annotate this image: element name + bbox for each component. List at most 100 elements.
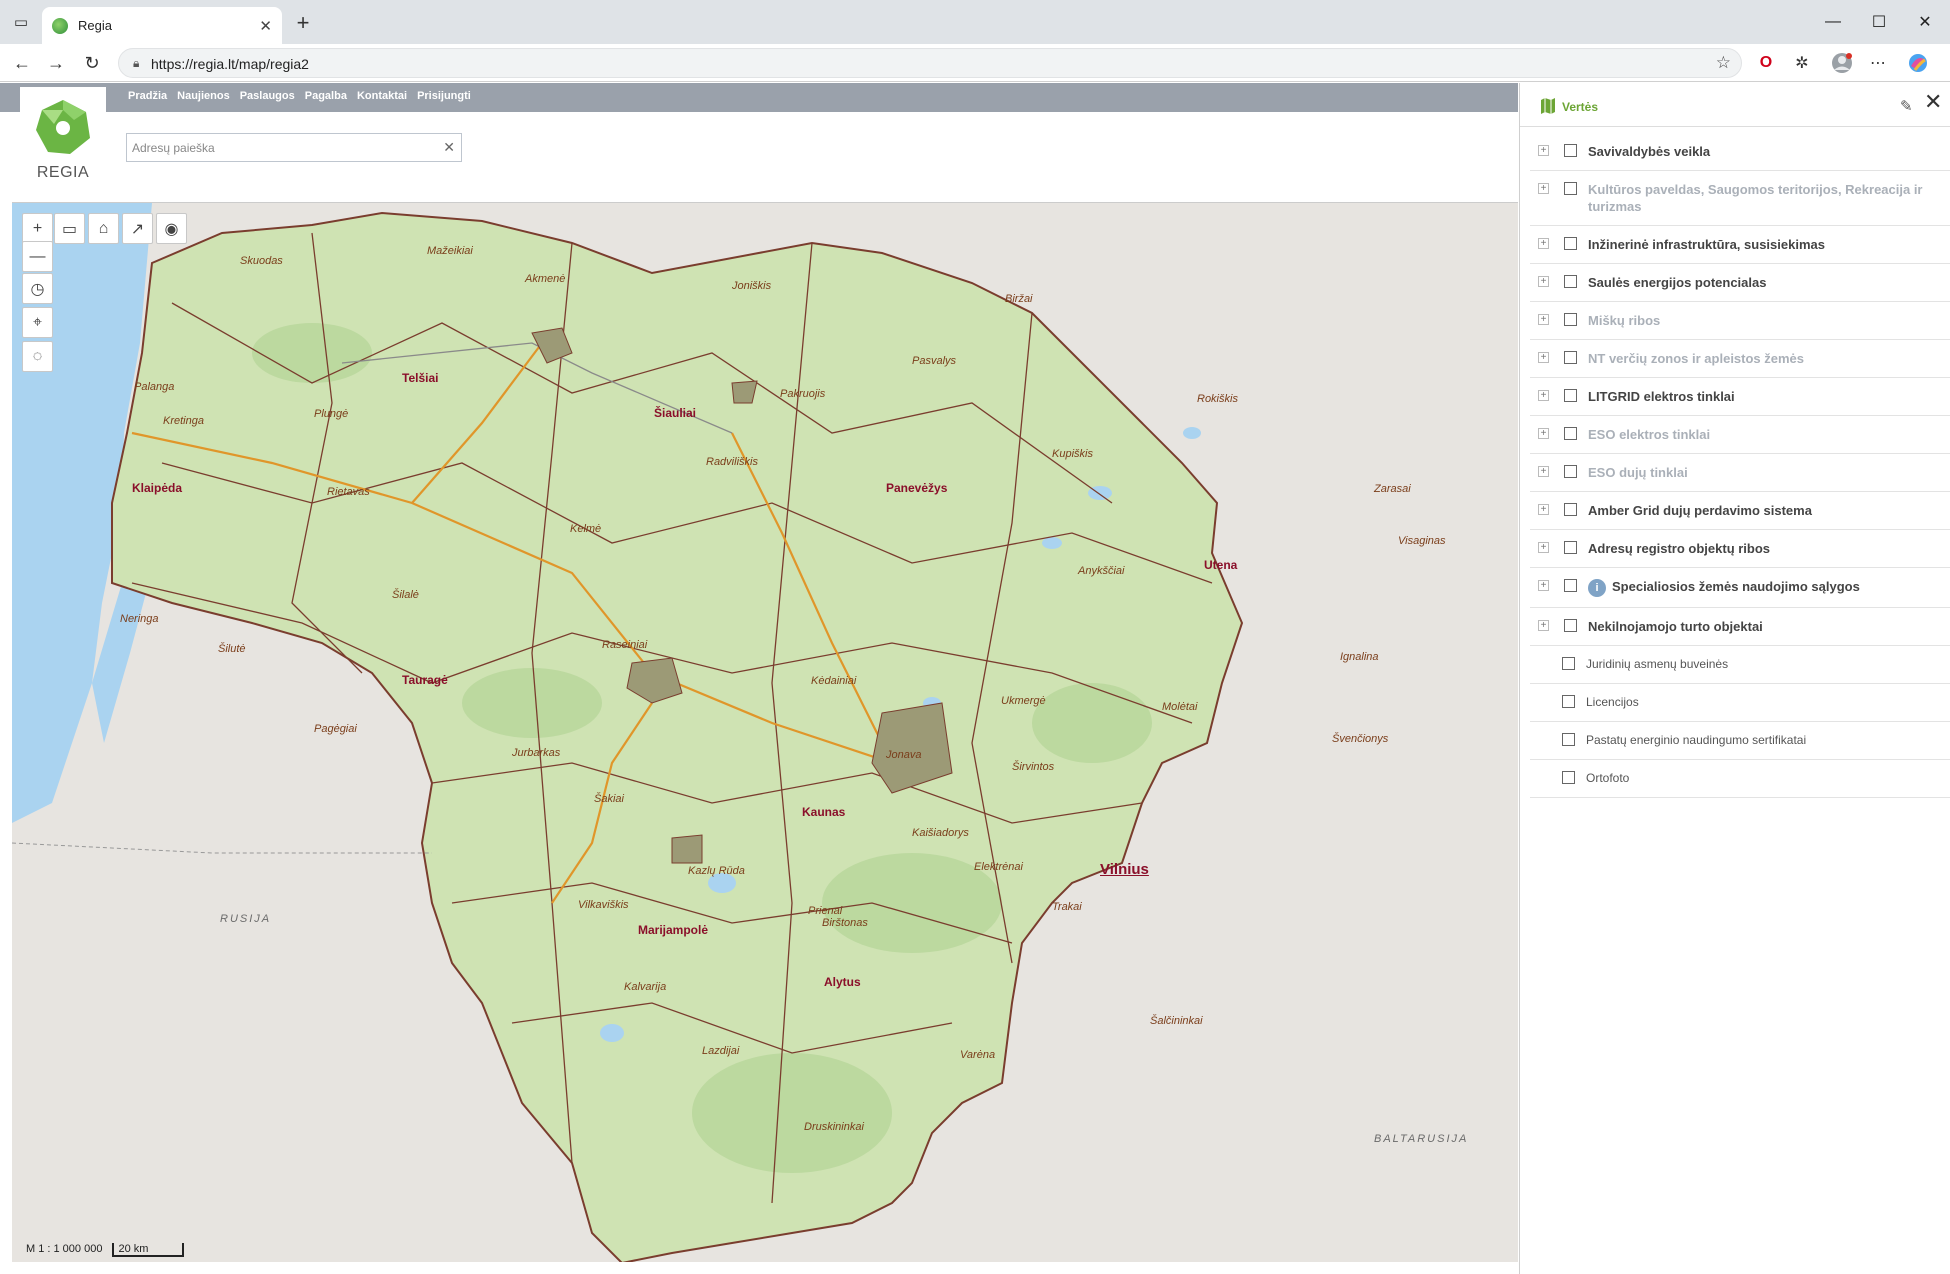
layer-checkbox[interactable] — [1564, 275, 1577, 288]
map-canvas[interactable]: + — ▭ ⌂ ↗ ◉ ◷ ⌖ ◌ Skuodas Mažeikiai Akme… — [12, 202, 1518, 1262]
layer-item[interactable]: + Adresų registro objektų ribos — [1530, 530, 1950, 568]
layer-item[interactable]: + Nekilnojamojo turto objektai — [1530, 608, 1950, 646]
layer-item[interactable]: + Miškų ribos — [1530, 302, 1950, 340]
opera-extension-icon[interactable]: O — [1752, 50, 1780, 76]
layer-checkbox[interactable] — [1564, 389, 1577, 402]
layer-checkbox[interactable] — [1562, 694, 1575, 708]
layer-item[interactable]: Licencijos — [1530, 684, 1950, 722]
expand-icon[interactable]: + — [1538, 504, 1549, 515]
layer-checkbox[interactable] — [1564, 351, 1577, 364]
expand-icon[interactable]: + — [1538, 580, 1549, 591]
layer-checkbox[interactable] — [1564, 144, 1577, 157]
locate-target-icon[interactable]: ◉ — [156, 213, 187, 244]
forward-icon[interactable]: → — [42, 50, 70, 76]
layer-checkbox[interactable] — [1564, 579, 1577, 592]
layer-label-text: Miškų ribos — [1588, 313, 1661, 328]
layer-item[interactable]: Pastatų energinio naudingumo sertifikata… — [1530, 722, 1950, 760]
layer-item[interactable]: + ESO dujų tinklai — [1530, 454, 1950, 492]
history-clock-icon[interactable]: ◷ — [22, 273, 53, 304]
expand-icon[interactable]: + — [1538, 238, 1549, 249]
expand-icon[interactable]: + — [1538, 314, 1549, 325]
copilot-icon[interactable] — [1904, 50, 1932, 76]
layer-label: NT verčių zonos ir apleistos žemės — [1588, 350, 1941, 367]
layer-checkbox[interactable] — [1564, 541, 1577, 554]
panel-close-icon[interactable]: ✕ — [1924, 89, 1942, 115]
expand-icon[interactable]: + — [1538, 428, 1549, 439]
browser-tab[interactable]: Regia ✕ — [42, 7, 282, 44]
country-label: RUSIJA — [220, 913, 272, 925]
pin-icon[interactable]: ✎ — [1900, 97, 1913, 115]
crosshair-icon[interactable]: ⌖ — [22, 307, 53, 338]
layer-item[interactable]: + Amber Grid dujų perdavimo sistema — [1530, 492, 1950, 530]
window-close-icon[interactable]: ✕ — [1902, 8, 1948, 36]
site-info-icon[interactable]: 🔒︎ — [133, 56, 139, 71]
menu-item-kontaktai[interactable]: Kontaktai — [357, 90, 407, 102]
layer-item[interactable]: + ESO elektros tinklai — [1530, 416, 1950, 454]
expand-icon[interactable]: + — [1538, 466, 1549, 477]
sidebar-toggle-icon[interactable]: ▭ — [8, 10, 34, 34]
layer-label-text: Nekilnojamojo turto objektai — [1588, 618, 1763, 634]
menu-item-naujienos[interactable]: Naujienos — [177, 90, 230, 102]
profile-avatar-icon[interactable] — [1828, 50, 1856, 76]
layer-label: Ortofoto — [1586, 770, 1941, 787]
layer-item[interactable]: + Saulės energijos potencialas — [1530, 264, 1950, 302]
expand-icon[interactable]: + — [1538, 145, 1549, 156]
marker-pin-icon[interactable]: ⌂ — [88, 213, 119, 244]
city-label: Akmenė — [525, 273, 566, 285]
city-label: Šilalė — [392, 589, 419, 601]
expand-icon[interactable]: + — [1538, 619, 1549, 631]
layer-item[interactable]: + Savivaldybės veikla — [1530, 133, 1950, 171]
layer-checkbox[interactable] — [1564, 182, 1577, 195]
expand-icon[interactable]: + — [1538, 542, 1549, 553]
minimize-icon[interactable]: — — [1810, 8, 1856, 36]
regia-logo-icon[interactable] — [34, 98, 92, 156]
tab-close-icon[interactable]: ✕ — [259, 17, 272, 35]
layer-checkbox[interactable] — [1562, 770, 1575, 784]
extensions-icon[interactable]: ✲ — [1788, 50, 1816, 76]
measure-ruler-icon[interactable]: ▭ — [54, 213, 85, 244]
city-label: Alytus — [824, 975, 861, 989]
expand-icon[interactable]: + — [1538, 352, 1549, 363]
reload-icon[interactable]: ↻ — [78, 50, 106, 76]
layer-item[interactable]: + NT verčių zonos ir apleistos žemės — [1530, 340, 1950, 378]
layer-checkbox[interactable] — [1562, 732, 1575, 746]
layer-item[interactable]: Juridinių asmenų buveinės — [1530, 646, 1950, 684]
menu-item-pradzia[interactable]: Pradžia — [128, 90, 167, 102]
layer-checkbox[interactable] — [1562, 656, 1575, 670]
more-menu-icon[interactable]: ⋯ — [1864, 50, 1892, 76]
city-label: Mažeikiai — [427, 245, 473, 257]
layer-checkbox[interactable] — [1564, 618, 1577, 632]
search-clear-icon[interactable]: ✕ — [443, 139, 455, 156]
layer-item[interactable]: + LITGRID elektros tinklai — [1530, 378, 1950, 416]
zoom-out-button[interactable]: — — [22, 241, 53, 272]
back-icon[interactable]: ← — [8, 50, 36, 76]
zoom-in-button[interactable]: + — [22, 213, 53, 244]
maximize-icon[interactable]: ☐ — [1856, 8, 1902, 36]
layer-item[interactable]: Ortofoto — [1530, 760, 1950, 798]
layer-label-text: Savivaldybės veikla — [1588, 144, 1711, 159]
url-text[interactable]: https://regia.lt/map/regia2 — [151, 56, 309, 72]
city-label: Kazlų Rūda — [688, 865, 745, 877]
menu-item-paslaugos[interactable]: Paslaugos — [240, 90, 295, 102]
layer-checkbox[interactable] — [1564, 503, 1577, 516]
info-icon[interactable]: i — [1588, 578, 1606, 597]
layer-item[interactable]: + Kultūros paveldas, Saugomos teritorijos… — [1530, 171, 1950, 226]
layer-label-text: Adresų registro objektų ribos — [1588, 541, 1771, 556]
expand-icon[interactable]: + — [1538, 390, 1549, 401]
address-bar[interactable]: 🔒︎ https://regia.lt/map/regia2 ☆ — [118, 48, 1742, 78]
favorite-star-icon[interactable]: ☆ — [1716, 53, 1731, 73]
address-search-input[interactable]: Adresų paieška ✕ — [126, 133, 462, 162]
expand-icon[interactable]: + — [1538, 276, 1549, 287]
layer-checkbox[interactable] — [1564, 465, 1577, 478]
menu-item-pagalba[interactable]: Pagalba — [305, 90, 347, 102]
layer-checkbox[interactable] — [1564, 313, 1577, 326]
lasso-select-icon[interactable]: ◌ — [22, 341, 53, 372]
menu-item-prisijungti[interactable]: Prisijungti — [417, 90, 471, 102]
share-export-icon[interactable]: ↗ — [122, 213, 153, 244]
layer-checkbox[interactable] — [1564, 237, 1577, 250]
layer-item[interactable]: + i Specialiosios žemės naudojimo sąlygos — [1530, 568, 1950, 608]
layer-checkbox[interactable] — [1564, 427, 1577, 440]
expand-icon[interactable]: + — [1538, 183, 1549, 194]
layer-item[interactable]: + Inžinerinė infrastruktūra, susisiekimas — [1530, 226, 1950, 264]
new-tab-button[interactable]: + — [290, 10, 316, 36]
